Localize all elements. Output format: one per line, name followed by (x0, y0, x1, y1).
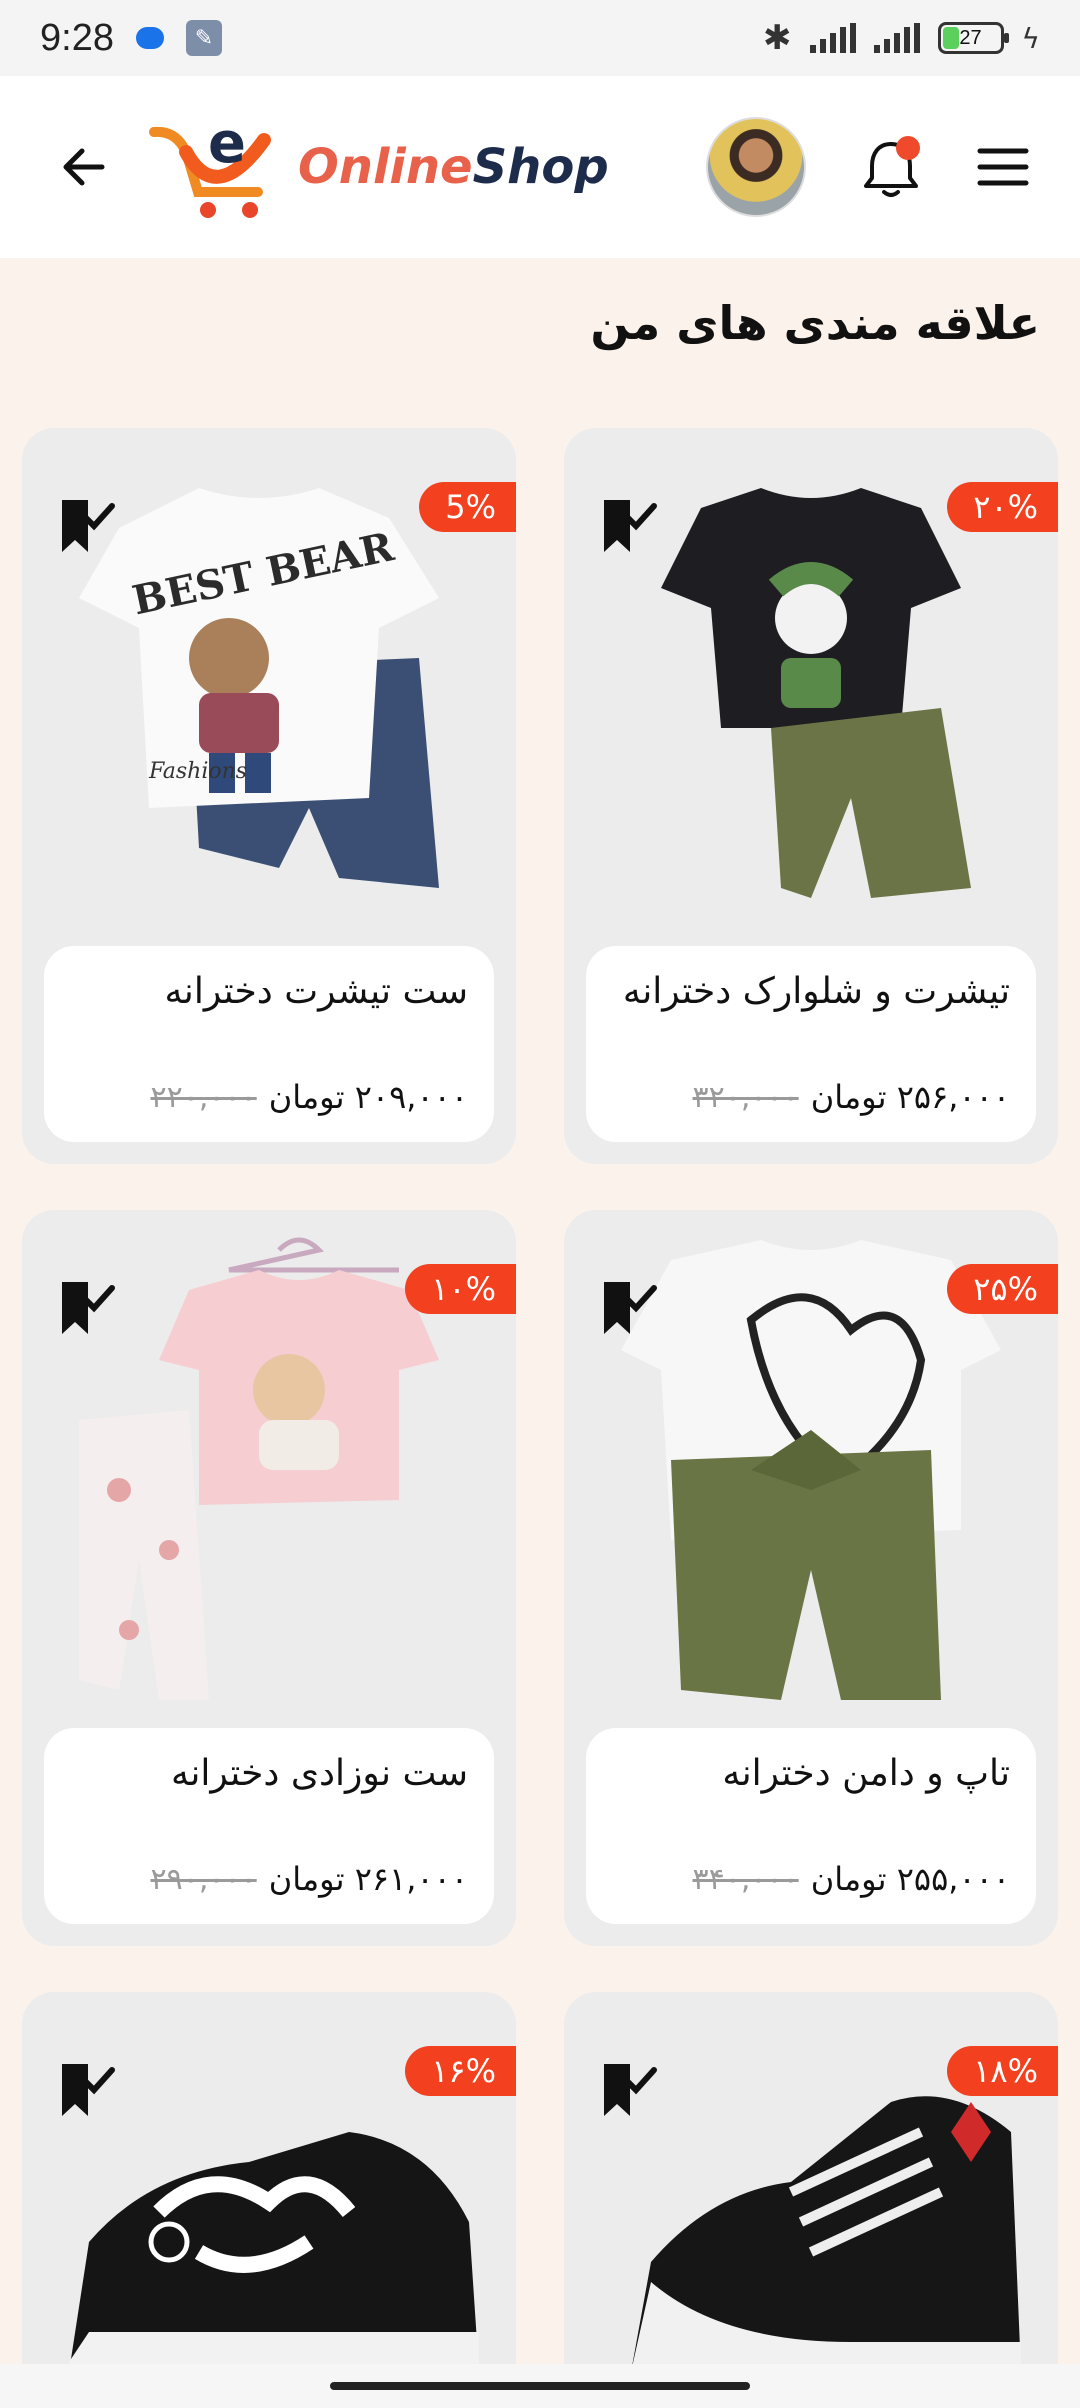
current-price: ۲۶۱,۰۰۰ تومان (268, 1860, 468, 1898)
bookmark-check-icon[interactable] (58, 490, 118, 560)
price-row: ۲۵۶,۰۰۰ تومان ۳۲۰,۰۰۰ (692, 1078, 1010, 1116)
signal-icon-2 (873, 23, 920, 53)
discount-badge: ۱۸% (947, 2046, 1058, 2096)
current-price: ۲۰۹,۰۰۰ تومان (268, 1078, 468, 1116)
product-card[interactable]: ۲۰% تیشرت و شلوارک دخترانه ۲۵۶,۰۰۰ تومان… (564, 428, 1058, 1164)
wrench-icon: ✎ (185, 20, 222, 56)
product-info: تیشرت و شلوارک دخترانه ۲۵۶,۰۰۰ تومان ۳۲۰… (586, 946, 1036, 1142)
original-price: ۲۲۰,۰۰۰ (150, 1079, 257, 1115)
product-name: ست تیشرت دخترانه (164, 971, 469, 1012)
product-name: تاپ و دامن دخترانه (722, 1753, 1010, 1794)
original-price: ۲۹۰,۰۰۰ (150, 1861, 257, 1897)
product-card[interactable]: ۱۰% ست نوزادی دخترانه ۲۶۱,۰۰۰ تومان ۲۹۰,… (22, 1210, 516, 1946)
charging-icon: ϟ (1021, 21, 1040, 55)
status-bar: 9:28 ✎ ✱ 27 ϟ (0, 0, 1080, 76)
product-name: ست نوزادی دخترانه (171, 1753, 468, 1794)
price-row: ۲۵۵,۰۰۰ تومان ۳۴۰,۰۰۰ (692, 1860, 1010, 1898)
bookmark-check-icon[interactable] (58, 1272, 118, 1342)
page-title: علاقه مندی های من (590, 296, 1040, 350)
bookmark-check-icon[interactable] (600, 490, 660, 560)
product-card[interactable]: BEST BEAR Fashions 5% ست تیشرت دخترانه ۲… (22, 428, 516, 1164)
message-notification-icon (135, 27, 164, 49)
favorites-grid: ۲۰% تیشرت و شلوارک دخترانه ۲۵۶,۰۰۰ تومان… (22, 428, 1058, 2372)
discount-badge: ۲۵% (947, 1264, 1058, 1314)
product-card[interactable]: ۱۶% (22, 1992, 516, 2372)
svg-text:Fashions: Fashions (148, 759, 247, 784)
signal-icon (809, 23, 856, 53)
product-card[interactable]: ۱۸% (564, 1992, 1058, 2372)
notification-bell-icon[interactable] (856, 132, 926, 202)
product-info: تاپ و دامن دخترانه ۲۵۵,۰۰۰ تومان ۳۴۰,۰۰۰ (586, 1728, 1036, 1924)
discount-badge: ۱۶% (405, 2046, 516, 2096)
bookmark-check-icon[interactable] (58, 2054, 118, 2124)
discount-badge: 5% (419, 482, 516, 532)
price-row: ۲۶۱,۰۰۰ تومان ۲۹۰,۰۰۰ (150, 1860, 468, 1898)
home-indicator[interactable] (330, 2382, 750, 2390)
status-time: 9:28 (40, 16, 114, 59)
product-info: ست نوزادی دخترانه ۲۶۱,۰۰۰ تومان ۲۹۰,۰۰۰ (44, 1728, 494, 1924)
cart-logo-icon: e (149, 112, 271, 218)
bluetooth-icon: ✱ (763, 18, 792, 58)
back-arrow-icon[interactable] (56, 139, 112, 195)
product-info: ست تیشرت دخترانه ۲۰۹,۰۰۰ تومان ۲۲۰,۰۰۰ (44, 946, 494, 1142)
avatar[interactable] (706, 117, 806, 217)
bookmark-check-icon[interactable] (600, 1272, 660, 1342)
battery-level: 27 (959, 26, 982, 49)
app-header: e OnlineShop (0, 76, 1080, 258)
hamburger-menu-icon[interactable] (976, 145, 1030, 189)
battery-icon: 27 (937, 22, 1009, 54)
product-name: تیشرت و شلوارک دخترانه (622, 971, 1010, 1012)
bookmark-check-icon[interactable] (600, 2054, 660, 2124)
original-price: ۳۴۰,۰۰۰ (692, 1861, 799, 1897)
logo-wordmark: OnlineShop (298, 139, 609, 195)
price-row: ۲۰۹,۰۰۰ تومان ۲۲۰,۰۰۰ (150, 1078, 468, 1116)
product-card[interactable]: ۲۵% تاپ و دامن دخترانه ۲۵۵,۰۰۰ تومان ۳۴۰… (564, 1210, 1058, 1946)
current-price: ۲۵۵,۰۰۰ تومان (810, 1860, 1010, 1898)
logo[interactable]: e OnlineShop (146, 112, 609, 222)
svg-text:e: e (208, 112, 246, 176)
original-price: ۳۲۰,۰۰۰ (692, 1079, 799, 1115)
current-price: ۲۵۶,۰۰۰ تومان (810, 1078, 1010, 1116)
discount-badge: ۱۰% (405, 1264, 516, 1314)
home-indicator-bar (0, 2364, 1080, 2408)
discount-badge: ۲۰% (947, 482, 1058, 532)
notification-dot (896, 136, 920, 160)
